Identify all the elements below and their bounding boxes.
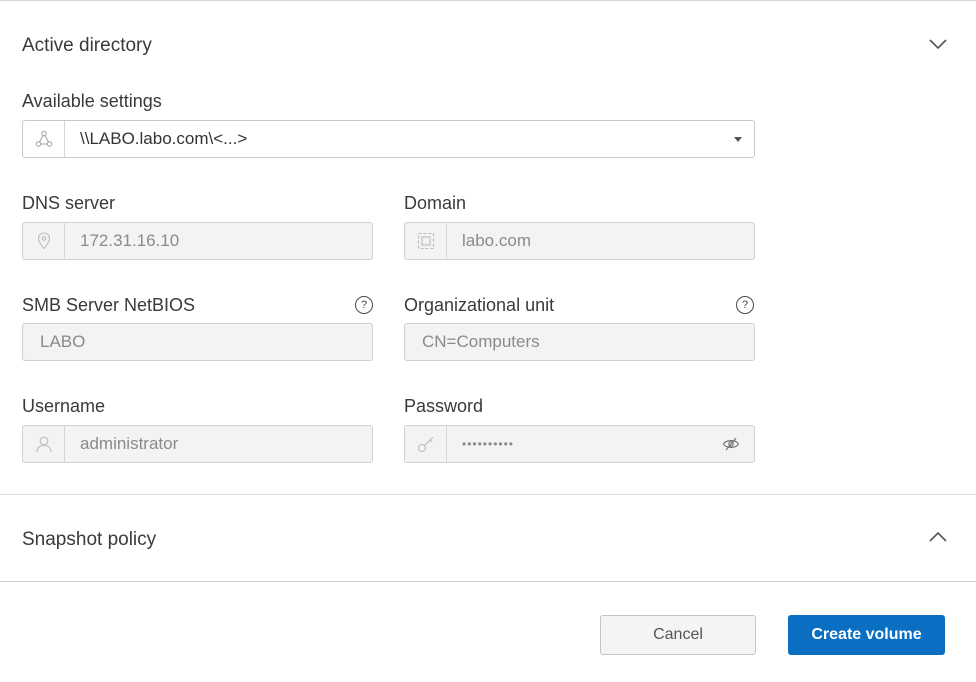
available-settings-label: Available settings bbox=[22, 91, 162, 111]
org-unit-value: CN=Computers bbox=[422, 332, 540, 351]
eye-off-icon[interactable] bbox=[722, 437, 740, 451]
available-settings-select[interactable]: \\LABO.labo.com\<...> bbox=[22, 120, 755, 158]
smb-netbios-help-icon[interactable]: ? bbox=[355, 296, 373, 314]
top-divider bbox=[0, 0, 976, 1]
footer-divider bbox=[0, 581, 976, 582]
location-pin-icon bbox=[23, 223, 65, 259]
active-directory-title: Active directory bbox=[22, 35, 152, 56]
expand-chevron[interactable] bbox=[928, 531, 948, 545]
password-label: Password bbox=[404, 396, 484, 416]
domain-icon bbox=[405, 223, 447, 259]
username-label: Username bbox=[22, 396, 106, 416]
chevron-down-icon bbox=[929, 39, 947, 50]
password-value: •••••••••• bbox=[462, 437, 515, 451]
dns-server-field[interactable]: 172.31.16.10 bbox=[22, 222, 373, 260]
user-icon bbox=[23, 426, 65, 462]
snapshot-policy-title: Snapshot policy bbox=[22, 529, 157, 550]
smb-netbios-value: LABO bbox=[40, 332, 86, 351]
dns-server-label: DNS server bbox=[22, 193, 116, 213]
smb-netbios-field[interactable]: LABO bbox=[22, 323, 373, 361]
collapse-chevron-up-icon[interactable] bbox=[928, 38, 948, 52]
network-icon bbox=[23, 121, 65, 157]
available-settings-value: \\LABO.labo.com\<...> bbox=[80, 129, 248, 148]
smb-netbios-label: SMB Server NetBIOS bbox=[22, 295, 196, 315]
username-field[interactable]: administrator bbox=[22, 425, 373, 463]
create-volume-button[interactable]: Create volume bbox=[788, 615, 945, 655]
org-unit-label: Organizational unit bbox=[404, 295, 555, 315]
domain-field[interactable]: labo.com bbox=[404, 222, 755, 260]
key-icon bbox=[405, 426, 447, 462]
username-value: administrator bbox=[80, 434, 179, 453]
org-unit-help-icon[interactable]: ? bbox=[736, 296, 754, 314]
caret-down-icon bbox=[734, 136, 742, 142]
org-unit-field[interactable]: CN=Computers bbox=[404, 323, 755, 361]
domain-value: labo.com bbox=[462, 231, 531, 250]
password-field[interactable]: •••••••••• bbox=[404, 425, 755, 463]
section-divider bbox=[0, 494, 976, 495]
dns-server-value: 172.31.16.10 bbox=[80, 231, 180, 250]
domain-label: Domain bbox=[404, 193, 467, 213]
chevron-up-icon bbox=[929, 531, 947, 542]
cancel-button[interactable]: Cancel bbox=[600, 615, 756, 655]
